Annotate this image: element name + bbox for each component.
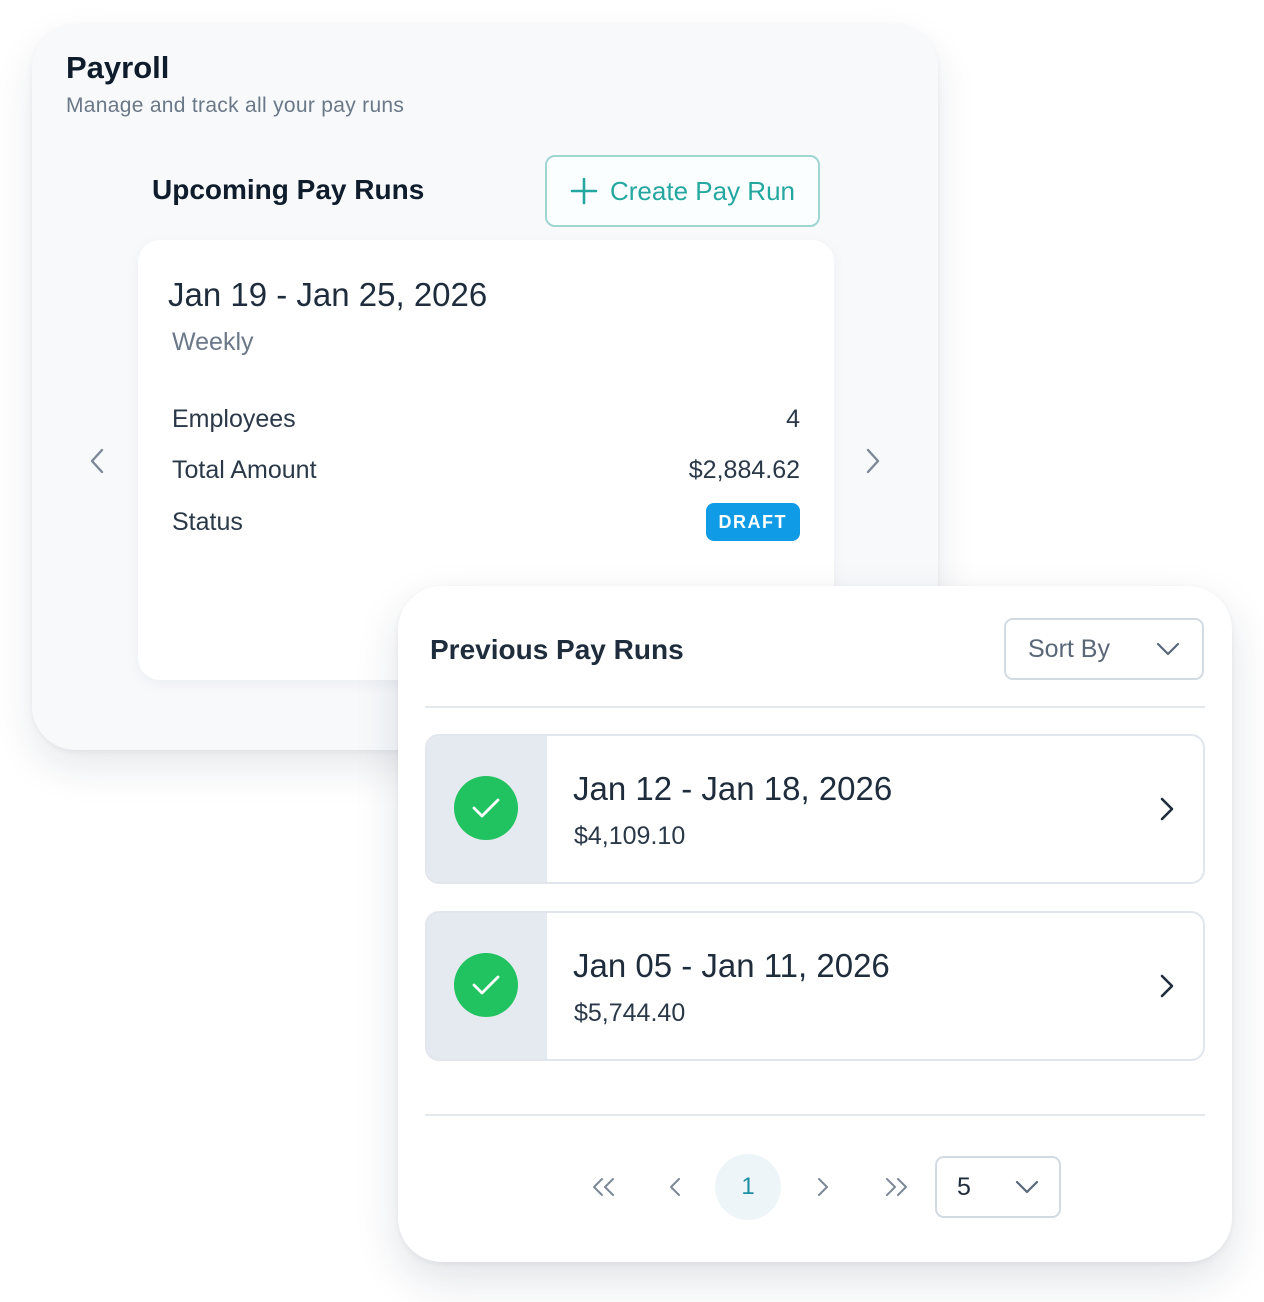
divider (425, 706, 1205, 708)
carousel-prev-button[interactable] (82, 444, 112, 478)
page-size-value: 5 (957, 1172, 971, 1201)
chevron-left-icon (670, 1178, 680, 1196)
chevron-down-icon (1015, 1180, 1039, 1194)
first-page-button[interactable] (572, 1154, 636, 1220)
checkmark-icon (472, 798, 500, 818)
checkmark-icon (472, 975, 500, 995)
payroll-screen: Payroll Manage and track all your pay ru… (0, 0, 1264, 1302)
pay-run-date-range: Jan 12 - Jan 18, 2026 (573, 770, 893, 807)
page-subtitle: Manage and track all your pay runs (66, 94, 405, 117)
last-page-button[interactable] (864, 1154, 928, 1220)
total-amount-row: Total Amount $2,884.62 (172, 452, 800, 488)
chevron-left-icon (90, 448, 104, 474)
total-amount-label: Total Amount (172, 455, 317, 484)
pay-run-date-range: Jan 19 - Jan 25, 2026 (168, 276, 488, 313)
current-page-button[interactable]: 1 (715, 1154, 781, 1220)
create-pay-run-label: Create Pay Run (610, 175, 795, 206)
upcoming-pay-runs-title: Upcoming Pay Runs (152, 174, 425, 205)
previous-pay-run-item[interactable]: Jan 12 - Jan 18, 2026 $4,109.10 (425, 734, 1205, 884)
previous-pay-runs-panel: Previous Pay Runs Sort By Jan 12 - Jan 1… (398, 586, 1232, 1262)
page-title: Payroll (66, 50, 170, 85)
chevron-right-icon (1160, 974, 1174, 998)
total-amount-value: $2,884.62 (688, 455, 800, 484)
pay-run-frequency: Weekly (172, 328, 254, 356)
chevron-down-icon (1156, 642, 1180, 656)
next-page-button[interactable] (790, 1154, 854, 1220)
employees-row: Employees 4 (172, 401, 800, 437)
check-circle-icon (454, 776, 518, 840)
page-size-select[interactable]: 5 (935, 1156, 1061, 1218)
plus-icon (570, 177, 598, 205)
divider (425, 1114, 1205, 1116)
pay-run-date-range: Jan 05 - Jan 11, 2026 (573, 947, 890, 984)
chevron-right-icon (1160, 797, 1174, 821)
chevron-right-icon (818, 1178, 828, 1196)
employees-label: Employees (172, 404, 296, 433)
carousel-next-button[interactable] (858, 444, 888, 478)
status-label: Status (172, 507, 243, 536)
chevron-right-icon (866, 448, 880, 474)
status-badge: DRAFT (705, 503, 800, 541)
previous-pay-runs-title: Previous Pay Runs (430, 634, 684, 665)
sort-by-select[interactable]: Sort By (1004, 618, 1204, 680)
employees-value: 4 (786, 404, 800, 433)
pay-run-amount: $5,744.40 (574, 999, 686, 1027)
previous-pay-run-item[interactable]: Jan 05 - Jan 11, 2026 $5,744.40 (425, 911, 1205, 1061)
status-row: Status DRAFT (172, 503, 800, 541)
sort-by-label: Sort By (1028, 634, 1110, 663)
pagination: 1 5 (578, 1154, 1078, 1220)
double-chevron-left-icon (593, 1178, 614, 1196)
check-circle-icon (454, 953, 518, 1017)
previous-page-button[interactable] (644, 1154, 708, 1220)
pay-run-amount: $4,109.10 (574, 822, 686, 850)
double-chevron-right-icon (886, 1178, 907, 1196)
create-pay-run-button[interactable]: Create Pay Run (545, 155, 820, 227)
